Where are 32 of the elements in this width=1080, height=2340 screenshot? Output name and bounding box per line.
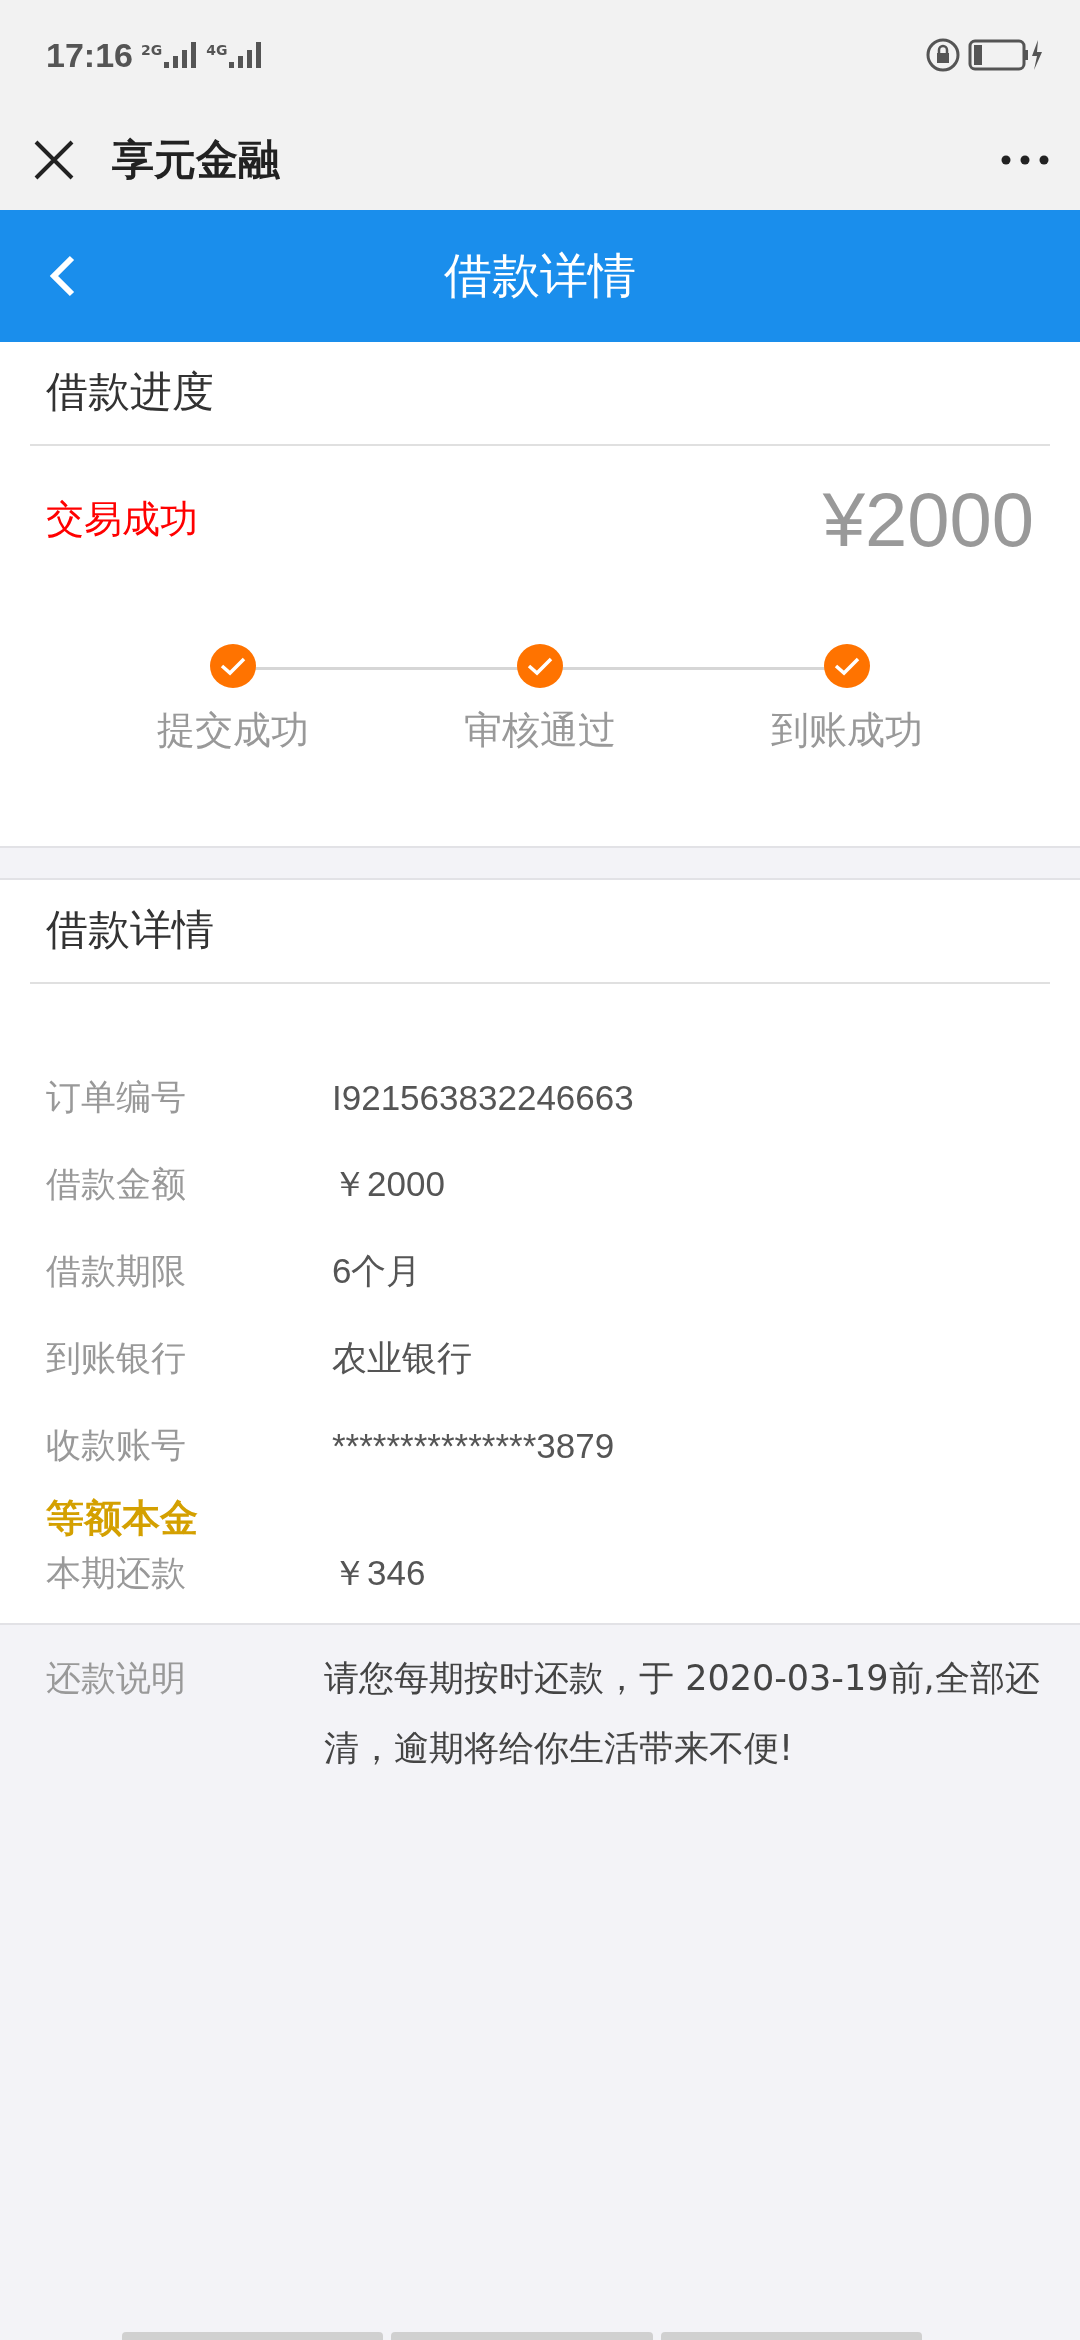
- field-label: 借款期限: [46, 1250, 187, 1293]
- section-title: 借款详情: [45, 904, 215, 956]
- loan-amount: ¥2000: [822, 476, 1034, 563]
- field-value: ￥2000: [332, 1163, 445, 1205]
- field-value: 农业银行: [332, 1337, 472, 1379]
- page-title: 借款详情: [444, 246, 636, 305]
- field-value: ￥346: [332, 1551, 426, 1594]
- repayment-note: 请您每期按时还款，于 2020-03-19前,全部还清，逾期将给你生活带来不便!: [324, 1657, 1041, 1770]
- rotation-lock-icon: [926, 38, 960, 72]
- step-label: 提交成功: [157, 707, 310, 754]
- field-value: I921563832246663: [332, 1077, 634, 1118]
- plan-label: 等额本金: [46, 1495, 199, 1542]
- field-value: ***************3879: [332, 1425, 615, 1466]
- network-label: 2G: [140, 42, 163, 58]
- step-label: 审核通过: [464, 707, 616, 754]
- field-label: 本期还款: [46, 1551, 187, 1595]
- signal-icon: [164, 42, 199, 68]
- field-label: 借款金额: [46, 1163, 187, 1206]
- app-title: 享元金融: [112, 134, 281, 186]
- status-time: 17:16: [46, 35, 133, 75]
- status-text: 交易成功: [46, 496, 198, 543]
- field-label: 到账银行: [46, 1337, 187, 1380]
- section-title: 借款进度: [45, 366, 215, 418]
- field-label: 收款账号: [46, 1424, 187, 1467]
- signal-icon: [229, 42, 264, 68]
- field-label: 订单编号: [46, 1076, 187, 1119]
- network-label: 4G: [206, 42, 228, 58]
- battery-icon: [968, 38, 1044, 72]
- close-button[interactable]: [32, 138, 76, 182]
- step-label: 到账成功: [770, 707, 923, 754]
- field-label: 还款说明: [46, 1657, 187, 1700]
- field-value: 6个月: [332, 1250, 422, 1292]
